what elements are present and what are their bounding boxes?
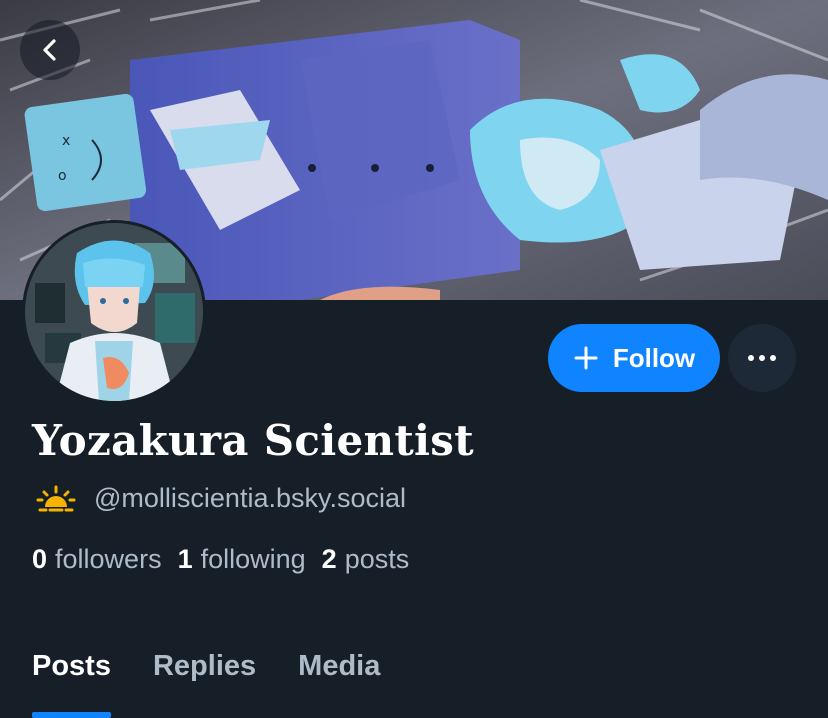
followers-label: followers [55,543,162,574]
profile-stats: 0 followers 1 following 2 posts [32,540,409,578]
posts-count: 2 [321,543,337,574]
following-count: 1 [177,543,193,574]
tab-replies[interactable]: Replies [153,650,256,718]
profile-handle[interactable]: @molliscientia.bsky.social [94,483,406,514]
follow-button[interactable]: Follow [548,324,720,392]
follow-label: Follow [612,342,696,373]
back-button[interactable] [20,20,80,80]
sunrise-icon [36,485,76,512]
tab-posts[interactable]: Posts [32,650,111,718]
plus-icon [574,346,598,370]
profile-tabs: Posts Replies Media [32,650,380,718]
svg-text:o: o [58,168,67,184]
ellipsis-icon [748,355,776,361]
posts-stat: 2 posts [322,544,410,575]
svg-text:x: x [62,133,70,149]
display-name: Yozakura Scientist [32,416,474,465]
following-stat[interactable]: 1 following [178,544,306,575]
following-label: following [200,543,306,574]
followers-count: 0 [32,543,48,574]
posts-label: posts [344,543,410,574]
handle-row: @molliscientia.bsky.social [36,480,406,516]
tab-media-label: Media [298,650,381,682]
tab-media[interactable]: Media [298,650,380,718]
active-tab-indicator [32,712,111,718]
avatar[interactable] [22,220,206,404]
tab-replies-label: Replies [152,650,257,682]
more-options-button[interactable] [728,324,796,392]
followers-stat[interactable]: 0 followers [32,544,162,575]
chevron-left-icon [43,39,56,61]
tab-posts-label: Posts [32,650,111,682]
avatar-image [25,223,203,401]
